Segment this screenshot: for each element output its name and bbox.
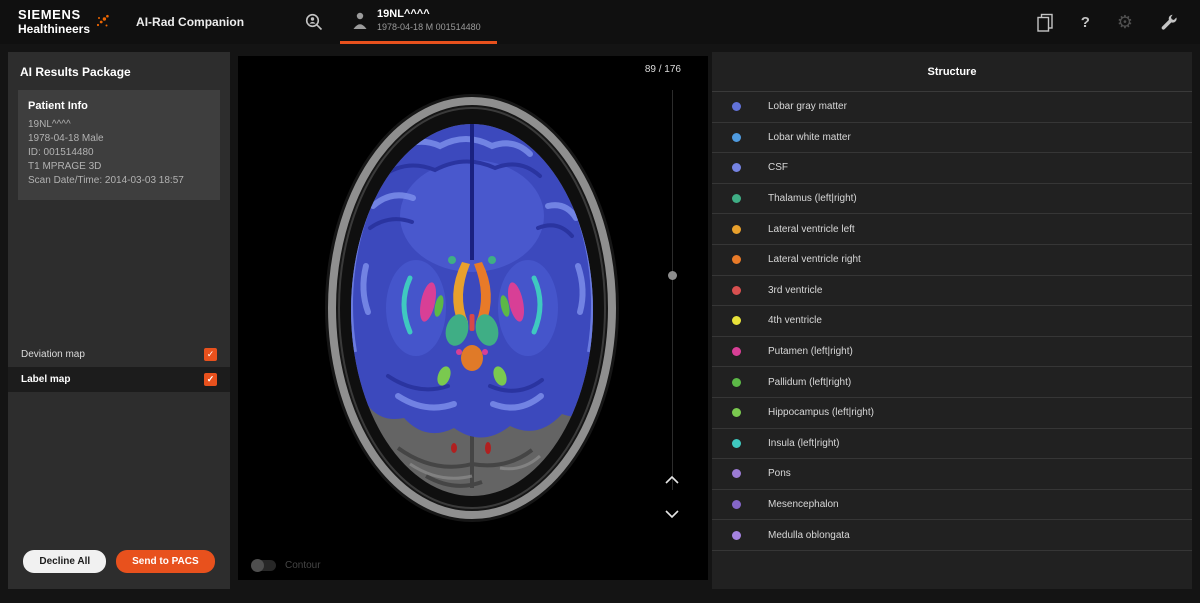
structure-color-dot	[732, 316, 741, 326]
structure-label: Pallidum (left|right)	[768, 376, 852, 388]
structure-label: Lobar gray matter	[768, 101, 847, 113]
structure-color-dot	[732, 500, 741, 510]
siemens-healthineers-logo: SIEMENS Healthineers	[0, 7, 110, 36]
deviation-map-checkbox[interactable]: ✓	[204, 348, 217, 361]
sidebar-title: AI Results Package	[20, 65, 131, 79]
structure-row-lateral-ventricle-right[interactable]: Lateral ventricle right	[712, 245, 1192, 276]
structure-row-pons[interactable]: Pons	[712, 459, 1192, 490]
structures-panel: Structure Lobar gray matter Lobar white …	[712, 52, 1192, 589]
structure-color-dot	[732, 438, 741, 448]
structure-label: Thalamus (left|right)	[768, 193, 857, 205]
patient-info-dob-sex: 1978-04-18 Male	[28, 133, 104, 144]
tools-wrench-icon[interactable]	[1160, 13, 1178, 31]
slice-counter: 89 / 176	[644, 64, 681, 75]
structure-color-dot	[732, 255, 741, 265]
structure-color-dot	[732, 132, 741, 142]
structure-label: CSF	[768, 162, 788, 174]
structure-row-putamen[interactable]: Putamen (left|right)	[712, 337, 1192, 368]
structure-color-dot	[732, 408, 741, 418]
slice-slider-track[interactable]	[672, 90, 673, 490]
report-icon[interactable]	[1036, 13, 1054, 32]
topbar-actions: ? ⚙	[1036, 12, 1200, 33]
structure-color-dot	[732, 224, 741, 234]
brain-mri-label-map-image[interactable]	[238, 56, 708, 580]
structures-header: Structure	[712, 52, 1192, 92]
patient-info-title: Patient Info	[28, 100, 88, 112]
patient-info-scan-datetime: Scan Date/Time: 2014-03-03 18:57	[28, 175, 184, 186]
structure-row-mesencephalon[interactable]: Mesencephalon	[712, 490, 1192, 521]
map-label: Deviation map	[21, 349, 85, 360]
structure-color-dot	[732, 347, 741, 357]
image-viewer[interactable]: 89 / 176 Contour	[238, 56, 708, 580]
structure-color-dot	[732, 469, 741, 479]
ai-results-sidebar: AI Results Package Patient Info 19NL^^^^…	[8, 52, 230, 589]
brand-line2: Healthineers	[18, 21, 91, 36]
structure-label: Mesencephalon	[768, 499, 839, 511]
patient-info-name: 19NL^^^^	[28, 119, 71, 130]
contour-toggle[interactable]	[251, 559, 276, 572]
structure-row-pallidum[interactable]: Pallidum (left|right)	[712, 367, 1192, 398]
structure-row-lobar-gray-matter[interactable]: Lobar gray matter	[712, 92, 1192, 123]
structure-label: Insula (left|right)	[768, 437, 840, 449]
structure-color-dot	[732, 377, 741, 387]
structure-color-dot	[732, 194, 741, 204]
structure-label: 3rd ventricle	[768, 284, 823, 296]
structure-row-csf[interactable]: CSF	[712, 153, 1192, 184]
contour-control: Contour	[251, 559, 321, 572]
structure-color-dot	[732, 530, 741, 540]
patient-info-card: Patient Info 19NL^^^^ 1978-04-18 Male ID…	[18, 90, 220, 200]
map-row-label[interactable]: Label map ✓	[8, 367, 230, 392]
structure-row-lateral-ventricle-left[interactable]: Lateral ventricle left	[712, 214, 1192, 245]
structure-label: Hippocampus (left|right)	[768, 407, 874, 419]
app-title: AI-Rad Companion	[136, 15, 245, 29]
patient-tab[interactable]: 19NL^^^^ 1978-04-18 M 001514480	[340, 0, 497, 44]
decline-all-button[interactable]: Decline All	[23, 550, 107, 573]
structure-row-thalamus[interactable]: Thalamus (left|right)	[712, 184, 1192, 215]
patient-icon	[353, 12, 367, 29]
result-map-list: Deviation map ✓ Label map ✓	[8, 342, 230, 392]
slice-down-icon[interactable]	[664, 508, 680, 520]
map-row-deviation[interactable]: Deviation map ✓	[8, 342, 230, 367]
patient-tab-name: 19NL^^^^	[377, 8, 430, 20]
slice-up-icon[interactable]	[664, 474, 680, 486]
contour-toggle-knob	[251, 559, 264, 572]
structure-row-lobar-white-matter[interactable]: Lobar white matter	[712, 123, 1192, 154]
label-map-checkbox[interactable]: ✓	[204, 373, 217, 386]
structure-label: Lateral ventricle right	[768, 254, 861, 266]
app-window: SIEMENS Healthineers AI-Rad Companion 19…	[0, 0, 1200, 603]
structure-row-4th-ventricle[interactable]: 4th ventricle	[712, 306, 1192, 337]
structure-row-medulla-oblongata[interactable]: Medulla oblongata	[712, 520, 1192, 551]
patient-tab-details: 1978-04-18 M 001514480	[377, 21, 481, 32]
structure-color-dot	[732, 102, 741, 112]
structure-row-insula[interactable]: Insula (left|right)	[712, 429, 1192, 460]
map-label: Label map	[21, 374, 71, 385]
help-icon[interactable]: ?	[1081, 14, 1090, 31]
structure-color-dot	[732, 285, 741, 295]
structure-label: Medulla oblongata	[768, 529, 850, 541]
settings-gear-icon[interactable]: ⚙	[1117, 12, 1133, 33]
structure-label: 4th ventricle	[768, 315, 822, 327]
brand-line1: SIEMENS	[18, 7, 81, 23]
structure-row-hippocampus[interactable]: Hippocampus (left|right)	[712, 398, 1192, 429]
patient-info-id: ID: 001514480	[28, 147, 94, 158]
patient-search-icon[interactable]	[304, 12, 324, 32]
structure-label: Lateral ventricle left	[768, 223, 855, 235]
sidebar-actions: Decline All Send to PACS	[8, 550, 230, 573]
contour-label: Contour	[285, 560, 321, 571]
send-to-pacs-button[interactable]: Send to PACS	[116, 550, 215, 573]
structure-color-dot	[732, 163, 741, 173]
topbar: SIEMENS Healthineers AI-Rad Companion 19…	[0, 0, 1200, 44]
structure-row-3rd-ventricle[interactable]: 3rd ventricle	[712, 276, 1192, 307]
slice-slider-handle[interactable]	[668, 271, 677, 280]
structure-label: Putamen (left|right)	[768, 346, 853, 358]
healthineers-spark-icon	[96, 15, 109, 27]
structure-label: Pons	[768, 468, 791, 480]
patient-info-series: T1 MPRAGE 3D	[28, 161, 102, 172]
structure-label: Lobar white matter	[768, 131, 851, 143]
